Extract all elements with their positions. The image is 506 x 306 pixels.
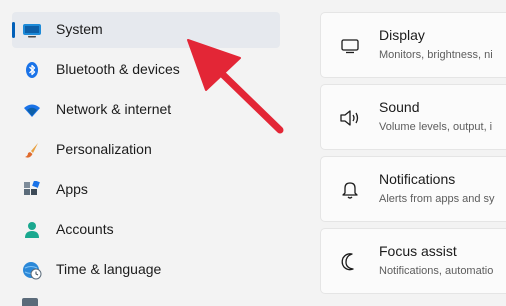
bluetooth-icon xyxy=(22,60,42,80)
card-title: Display xyxy=(379,27,425,43)
settings-card-notifications[interactable]: Notifications Alerts from apps and sy xyxy=(320,156,506,222)
nav-item-bluetooth[interactable]: Bluetooth & devices xyxy=(12,52,280,88)
nav-item-partial xyxy=(22,298,38,306)
nav-label: Apps xyxy=(56,181,88,197)
monitor-icon xyxy=(22,20,42,40)
nav-item-time-language[interactable]: Time & language xyxy=(12,252,280,288)
nav-label: Personalization xyxy=(56,141,152,157)
wifi-icon xyxy=(22,100,42,120)
settings-card-display[interactable]: Display Monitors, brightness, ni xyxy=(320,12,506,78)
paintbrush-icon xyxy=(22,140,42,160)
settings-card-focus-assist[interactable]: Focus assist Notifications, automatio xyxy=(320,228,506,294)
card-subtitle: Alerts from apps and sy xyxy=(379,193,495,205)
nav-item-accounts[interactable]: Accounts xyxy=(12,212,280,248)
nav-label: Bluetooth & devices xyxy=(56,61,180,77)
card-title: Sound xyxy=(379,99,420,115)
card-title: Notifications xyxy=(379,171,456,187)
nav-item-system[interactable]: System xyxy=(12,12,280,48)
moon-icon xyxy=(339,251,361,273)
settings-card-sound[interactable]: Sound Volume levels, output, i xyxy=(320,84,506,150)
globe-clock-icon xyxy=(22,260,42,280)
card-subtitle: Monitors, brightness, ni xyxy=(379,49,493,61)
nav-label: Time & language xyxy=(56,261,162,277)
card-subtitle: Volume levels, output, i xyxy=(379,121,493,133)
apps-icon xyxy=(22,180,42,200)
nav-label: Accounts xyxy=(56,221,114,237)
nav-label: Network & internet xyxy=(56,101,172,117)
person-icon xyxy=(22,220,42,240)
nav-label: System xyxy=(56,21,103,37)
display-icon xyxy=(339,35,361,57)
selection-indicator xyxy=(12,22,15,38)
speaker-icon xyxy=(339,107,361,129)
nav-item-apps[interactable]: Apps xyxy=(12,172,280,208)
nav-item-personalization[interactable]: Personalization xyxy=(12,132,280,168)
bell-icon xyxy=(339,179,361,201)
card-subtitle: Notifications, automatio xyxy=(379,265,494,277)
card-title: Focus assist xyxy=(379,243,457,259)
nav-item-network[interactable]: Network & internet xyxy=(12,92,280,128)
settings-nav: System Bluetooth & devices Network & int… xyxy=(0,0,300,306)
